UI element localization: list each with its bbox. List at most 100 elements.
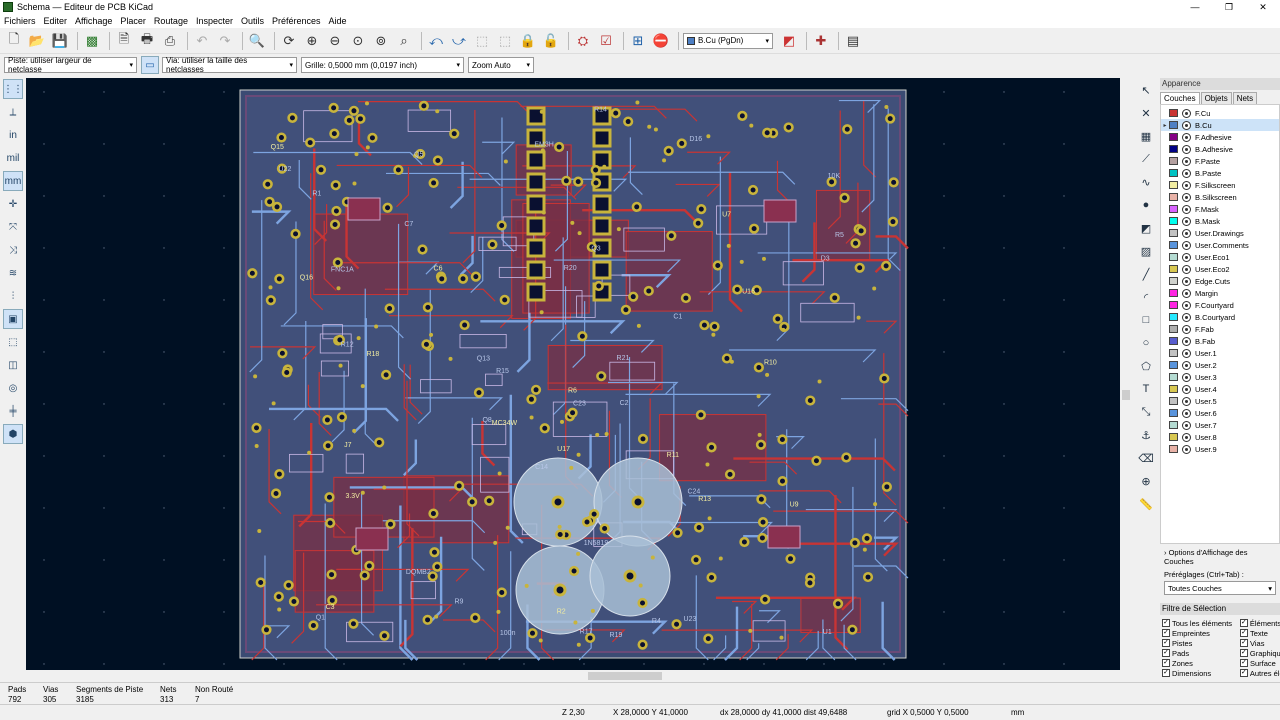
layer-row[interactable]: User.Comments <box>1161 239 1279 251</box>
board-setup-icon[interactable]: ▩ <box>82 31 102 51</box>
unit-mil-icon[interactable]: mil <box>3 148 23 168</box>
minimize-button[interactable]: — <box>1178 0 1212 14</box>
high-contrast-icon[interactable]: ⫶ <box>3 286 23 306</box>
layer-row[interactable]: B.Paste <box>1161 167 1279 179</box>
layer-row[interactable]: F.Cu <box>1161 107 1279 119</box>
update-pcb-icon[interactable]: ⛭ <box>573 31 593 51</box>
layer-color-swatch[interactable] <box>1169 397 1178 405</box>
checkbox-checked-icon[interactable]: ✓ <box>1240 659 1248 667</box>
menu-aide[interactable]: Aide <box>329 16 347 26</box>
draw-polygon-icon[interactable]: ⬠ <box>1136 356 1156 376</box>
checkbox-checked-icon[interactable]: ✓ <box>1240 639 1248 647</box>
unlock-icon[interactable]: 🔓 <box>541 31 561 51</box>
layer-row[interactable]: Edge.Cuts <box>1161 275 1279 287</box>
layer-display-options[interactable]: › Options d'Affichage des Couches <box>1160 544 1280 568</box>
checkbox-checked-icon[interactable]: ✓ <box>1162 669 1170 677</box>
visibility-eye-icon[interactable] <box>1182 228 1191 238</box>
visibility-eye-icon[interactable] <box>1182 312 1191 322</box>
visibility-eye-icon[interactable] <box>1182 168 1191 178</box>
show-tracks-icon[interactable]: ≋ <box>3 263 23 283</box>
layer-color-swatch[interactable] <box>1169 169 1178 177</box>
selection-filter-checkbox[interactable]: ✓ Éléments <box>1240 618 1280 628</box>
visibility-eye-icon[interactable] <box>1182 444 1191 454</box>
new-board-icon[interactable]: 🗋 <box>4 31 24 51</box>
visibility-eye-icon[interactable] <box>1182 408 1191 418</box>
local-ratsnest-icon[interactable]: ✕ <box>1136 103 1156 123</box>
selection-filter-checkbox[interactable]: ✓ Pistes <box>1162 638 1240 648</box>
selection-filter-checkbox[interactable]: ✓ Tous les éléments <box>1162 618 1240 628</box>
visibility-eye-icon[interactable] <box>1182 372 1191 382</box>
draw-circle-icon[interactable]: ○ <box>1136 333 1156 353</box>
visibility-eye-icon[interactable] <box>1182 348 1191 358</box>
layer-row[interactable]: F.Courtyard <box>1161 299 1279 311</box>
layer-color-swatch[interactable] <box>1169 421 1178 429</box>
add-footprint-icon[interactable]: ▦ <box>1136 126 1156 146</box>
visibility-eye-icon[interactable] <box>1182 300 1191 310</box>
selection-filter-checkbox[interactable]: ✓ Surface <box>1240 658 1280 668</box>
menu-editer[interactable]: Editer <box>44 16 68 26</box>
visibility-eye-icon[interactable] <box>1182 108 1191 118</box>
layer-color-swatch[interactable] <box>1169 157 1178 165</box>
layer-color-swatch[interactable] <box>1169 337 1178 345</box>
unit-inch-icon[interactable]: in <box>3 125 23 145</box>
layer-color-swatch[interactable] <box>1169 241 1178 249</box>
zoom-objects-icon[interactable]: ⊚ <box>371 31 391 51</box>
layer-row[interactable]: B.Adhesive <box>1161 143 1279 155</box>
place-anchor-icon[interactable]: ⚓ <box>1136 425 1156 445</box>
layer-color-swatch[interactable] <box>1169 253 1178 261</box>
layer-color-swatch[interactable] <box>1169 433 1178 441</box>
visibility-eye-icon[interactable] <box>1182 276 1191 286</box>
curved-ratsnest-icon[interactable]: ⤨ <box>3 240 23 260</box>
presets-select[interactable]: Toutes Couches ▾ <box>1164 581 1276 595</box>
selection-filter-checkbox[interactable]: ✓Graphiques <box>1240 648 1280 658</box>
tab-couches[interactable]: Couches <box>1160 92 1200 104</box>
visibility-eye-icon[interactable] <box>1182 360 1191 370</box>
grid-origin-icon[interactable]: ⊕ <box>1136 471 1156 491</box>
menu-outils[interactable]: Outils <box>241 16 264 26</box>
layer-row[interactable]: User.Drawings <box>1161 227 1279 239</box>
scripting-console-icon[interactable]: ▤ <box>843 31 863 51</box>
via-size-select[interactable]: Via: utiliser la taille des netclasses ▾ <box>162 56 297 74</box>
layer-row[interactable]: F.Fab <box>1161 323 1279 335</box>
visibility-eye-icon[interactable] <box>1182 324 1191 334</box>
layer-color-swatch[interactable] <box>1169 109 1178 117</box>
visibility-eye-icon[interactable] <box>1182 192 1191 202</box>
layer-row[interactable]: User.4 <box>1161 383 1279 395</box>
layer-row[interactable]: F.Paste <box>1161 155 1279 167</box>
vertical-scrollbar[interactable] <box>1120 78 1132 670</box>
layer-row[interactable]: Margin <box>1161 287 1279 299</box>
checkbox-checked-icon[interactable]: ✓ <box>1162 649 1170 657</box>
add-dimension-icon[interactable]: ⤡ <box>1136 402 1156 422</box>
pcb-board-view[interactable]: R11 C14 R17 Q16 R20 R15 U7 R9 R12 J7 DQMB2 R1 R2 R21 R… <box>26 78 1120 670</box>
visibility-eye-icon[interactable] <box>1182 120 1191 130</box>
checkbox-checked-icon[interactable]: ✓ <box>1240 669 1248 677</box>
visibility-eye-icon[interactable] <box>1182 336 1191 346</box>
layer-row[interactable]: B.Fab <box>1161 335 1279 347</box>
selection-filter-checkbox[interactable]: ✓ Zones <box>1162 658 1240 668</box>
visibility-eye-icon[interactable] <box>1182 288 1191 298</box>
selection-filter-checkbox[interactable]: ✓ Vias <box>1240 638 1280 648</box>
menu-affichage[interactable]: Affichage <box>75 16 112 26</box>
maximize-button[interactable]: ❐ <box>1212 0 1246 14</box>
rotate-cw-icon[interactable]: ⤻ <box>449 31 469 51</box>
layer-row[interactable]: User.1 <box>1161 347 1279 359</box>
visibility-eye-icon[interactable] <box>1182 432 1191 442</box>
grid-select[interactable]: Grille: 0,5000 mm (0,0197 inch) ▾ <box>301 57 464 73</box>
polar-coords-icon[interactable]: ⟂ <box>3 102 23 122</box>
visibility-eye-icon[interactable] <box>1182 180 1191 190</box>
draw-arc-icon[interactable]: ◜ <box>1136 287 1156 307</box>
add-keepout-icon[interactable]: ▨ <box>1136 241 1156 261</box>
zoom-in-icon[interactable]: ⊕ <box>302 31 322 51</box>
pad-outline-icon[interactable]: ◫ <box>3 355 23 375</box>
menu-placer[interactable]: Placer <box>120 16 146 26</box>
redo-icon[interactable]: ↷ <box>215 31 235 51</box>
layer-color-swatch[interactable] <box>1169 301 1178 309</box>
layer-row[interactable]: ▸ B.Cu <box>1161 119 1279 131</box>
inspect-icon[interactable]: ⛔ <box>651 31 671 51</box>
visibility-eye-icon[interactable] <box>1182 264 1191 274</box>
save-icon[interactable]: 💾 <box>50 31 70 51</box>
layer-color-swatch[interactable] <box>1169 205 1178 213</box>
checkbox-checked-icon[interactable]: ✓ <box>1240 619 1248 627</box>
layer-row[interactable]: User.7 <box>1161 419 1279 431</box>
layer-row[interactable]: User.3 <box>1161 371 1279 383</box>
